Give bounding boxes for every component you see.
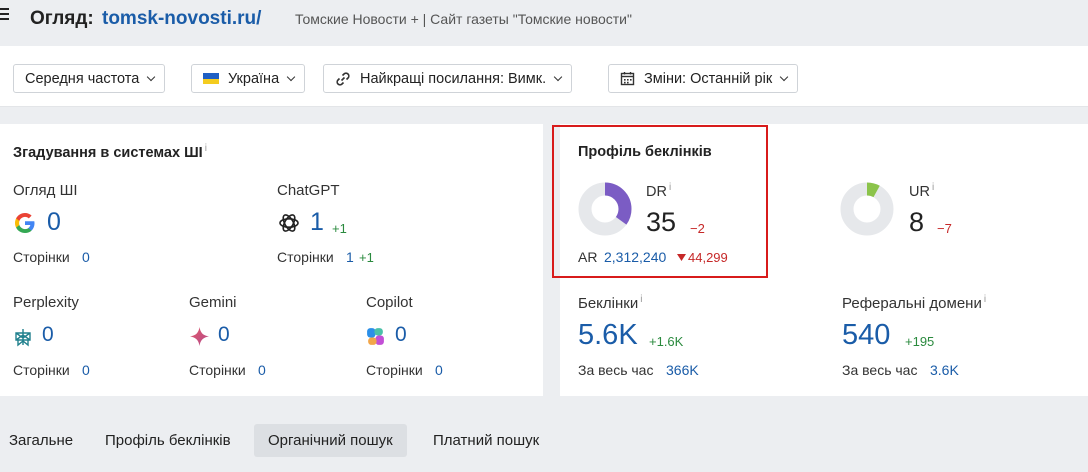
perplexity-icon [15,329,31,347]
backlinks-label: Беклінки i [578,294,642,312]
page-title-domain[interactable]: tomsk-novosti.ru/ [102,8,261,30]
country-dropdown[interactable]: Україна [191,64,306,93]
page-header: Огляд: tomsk-novosti.ru/ Томские Новости… [0,0,1088,46]
ref-domains-value[interactable]: 540 [842,319,890,352]
chevron-down-icon [147,72,156,81]
best-links-dropdown[interactable]: Найкращі посилання: Вимк. [323,64,573,93]
copilot-value[interactable]: 0 [395,323,407,347]
backlinks-all-time-label: За весь час [578,362,654,378]
tab-overview[interactable]: Загальне [0,424,87,457]
google-icon [15,213,35,233]
tab-paid-search[interactable]: Платний пошук [419,424,553,457]
ai-overview-pages-label: Сторінки [13,249,70,265]
tab-backlink-profile[interactable]: Профіль беклінків [91,424,245,457]
chatgpt-value[interactable]: 1 [310,208,324,237]
best-links-dropdown-label: Найкращі посилання: Вимк. [360,70,547,87]
ur-value: 8 [909,207,925,237]
filter-bar: Середня частота Україна Найкращі посилан… [0,46,1088,107]
gemini-pages-value[interactable]: 0 [258,362,266,378]
volume-dropdown[interactable]: Середня частота [13,64,166,93]
copilot-label: Copilot [366,294,413,311]
ur-gauge [840,182,894,236]
chatgpt-pages-value[interactable]: 1 [346,249,354,265]
backlinks-delta: +1.6K [649,334,684,349]
page-title-prefix: Огляд: [30,8,94,29]
ai-overview-pages-value[interactable]: 0 [82,249,90,265]
dr-highlight-frame [552,125,768,278]
volume-dropdown-label: Середня частота [25,70,140,87]
hamburger-menu-icon[interactable] [0,8,10,24]
chatgpt-icon [279,214,299,232]
ref-domains-label-text: Реферальні домени [842,295,982,312]
gemini-label: Gemini [189,294,237,311]
ai-mentions-title-text: Згадування в системах ШІ [13,144,203,161]
perplexity-label: Perplexity [13,294,79,311]
perplexity-pages-label: Сторінки [13,362,70,378]
ai-mentions-card: Згадування в системах ШІ i Огляд ШІ 0 Сто… [0,124,543,396]
country-dropdown-label: Україна [228,70,280,87]
info-icon[interactable]: i [932,182,934,193]
info-icon[interactable]: i [984,294,986,305]
backlinks-value[interactable]: 5.6K [578,319,638,352]
ref-domains-all-time-label: За весь час [842,362,918,378]
changes-dropdown[interactable]: Зміни: Останній рік [608,64,799,93]
chatgpt-pages-label: Сторінки [277,249,334,265]
chatgpt-label: ChatGPT [277,182,340,199]
gemini-pages-label: Сторінки [189,362,246,378]
ai-overview-label: Огляд ШІ [13,182,78,199]
ukraine-flag-icon [203,73,219,84]
chatgpt-delta: +1 [332,221,347,236]
page-subtitle: Томские Новости + | Сайт газеты "Томские… [295,11,632,27]
info-icon[interactable]: i [640,294,642,305]
ur-label: UR i [909,182,934,200]
copilot-pages-label: Сторінки [366,362,423,378]
chevron-down-icon [779,72,789,81]
info-icon[interactable]: i [205,143,207,154]
ref-domains-all-time-value[interactable]: 3.6K [930,362,959,378]
calendar-icon [620,72,635,86]
backlinks-label-text: Беклінки [578,295,639,312]
gemini-icon [190,327,209,346]
copilot-icon [367,328,384,345]
chevron-down-icon [286,72,296,81]
tab-organic-search[interactable]: Органічний пошук [254,424,407,457]
ai-mentions-title: Згадування в системах ШІ i [13,143,207,161]
ref-domains-label: Реферальні домени i [842,294,986,312]
chevron-down-icon [553,72,563,81]
ur-delta: −7 [937,221,952,236]
link-icon [336,71,350,86]
backlinks-all-time-value[interactable]: 366K [666,362,699,378]
perplexity-pages-value[interactable]: 0 [82,362,90,378]
gemini-value[interactable]: 0 [218,323,230,347]
perplexity-value[interactable]: 0 [42,323,54,347]
ref-domains-delta: +195 [905,334,935,349]
ur-label-text: UR [909,183,930,200]
ai-overview-value[interactable]: 0 [47,208,61,237]
changes-dropdown-label: Зміни: Останній рік [644,70,773,87]
copilot-pages-value[interactable]: 0 [435,362,443,378]
chatgpt-pages-delta: +1 [359,250,374,265]
